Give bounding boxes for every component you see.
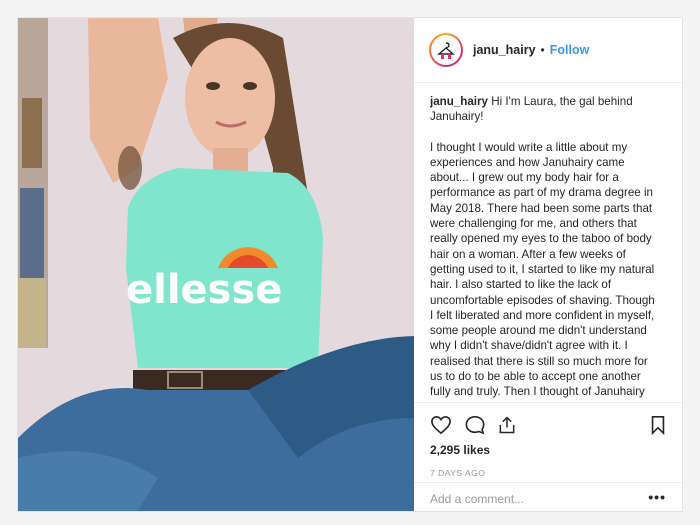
comment-input[interactable] — [430, 492, 600, 506]
post-timestamp[interactable]: 7 DAYS AGO — [430, 468, 485, 478]
bookmark-icon[interactable] — [650, 415, 666, 435]
header-separator: • — [540, 43, 545, 57]
avatar[interactable] — [429, 33, 463, 67]
shirt-logo: ellesse — [126, 267, 282, 313]
comment-icon[interactable] — [464, 415, 486, 435]
header-username[interactable]: janu_hairy — [473, 43, 536, 57]
post-photo[interactable]: ellesse — [18, 18, 414, 511]
photo-illustration: ellesse — [18, 18, 414, 511]
post-card: ellesse janu_hairy • Follow janu_hairy H… — [17, 17, 683, 512]
share-icon[interactable] — [497, 415, 517, 435]
post-caption: janu_hairy Hi I'm Laura, the gal behind … — [430, 94, 660, 398]
hanger-logo-icon — [437, 42, 455, 59]
post-side-panel: janu_hairy • Follow janu_hairy Hi I'm La… — [414, 18, 682, 511]
caption-intro-paragraph: janu_hairy Hi I'm Laura, the gal behind … — [430, 94, 660, 125]
caption-body-text: I thought I would write a little about m… — [430, 140, 655, 398]
caption-username[interactable]: janu_hairy — [430, 95, 488, 108]
more-options-button[interactable]: ••• — [648, 489, 666, 505]
likes-count[interactable]: 2,295 likes — [430, 443, 490, 457]
follow-button[interactable]: Follow — [550, 43, 590, 57]
comment-bar: ••• — [414, 482, 682, 512]
post-header: janu_hairy • Follow — [414, 18, 682, 83]
action-bar — [414, 402, 682, 443]
heart-icon[interactable] — [430, 415, 452, 435]
